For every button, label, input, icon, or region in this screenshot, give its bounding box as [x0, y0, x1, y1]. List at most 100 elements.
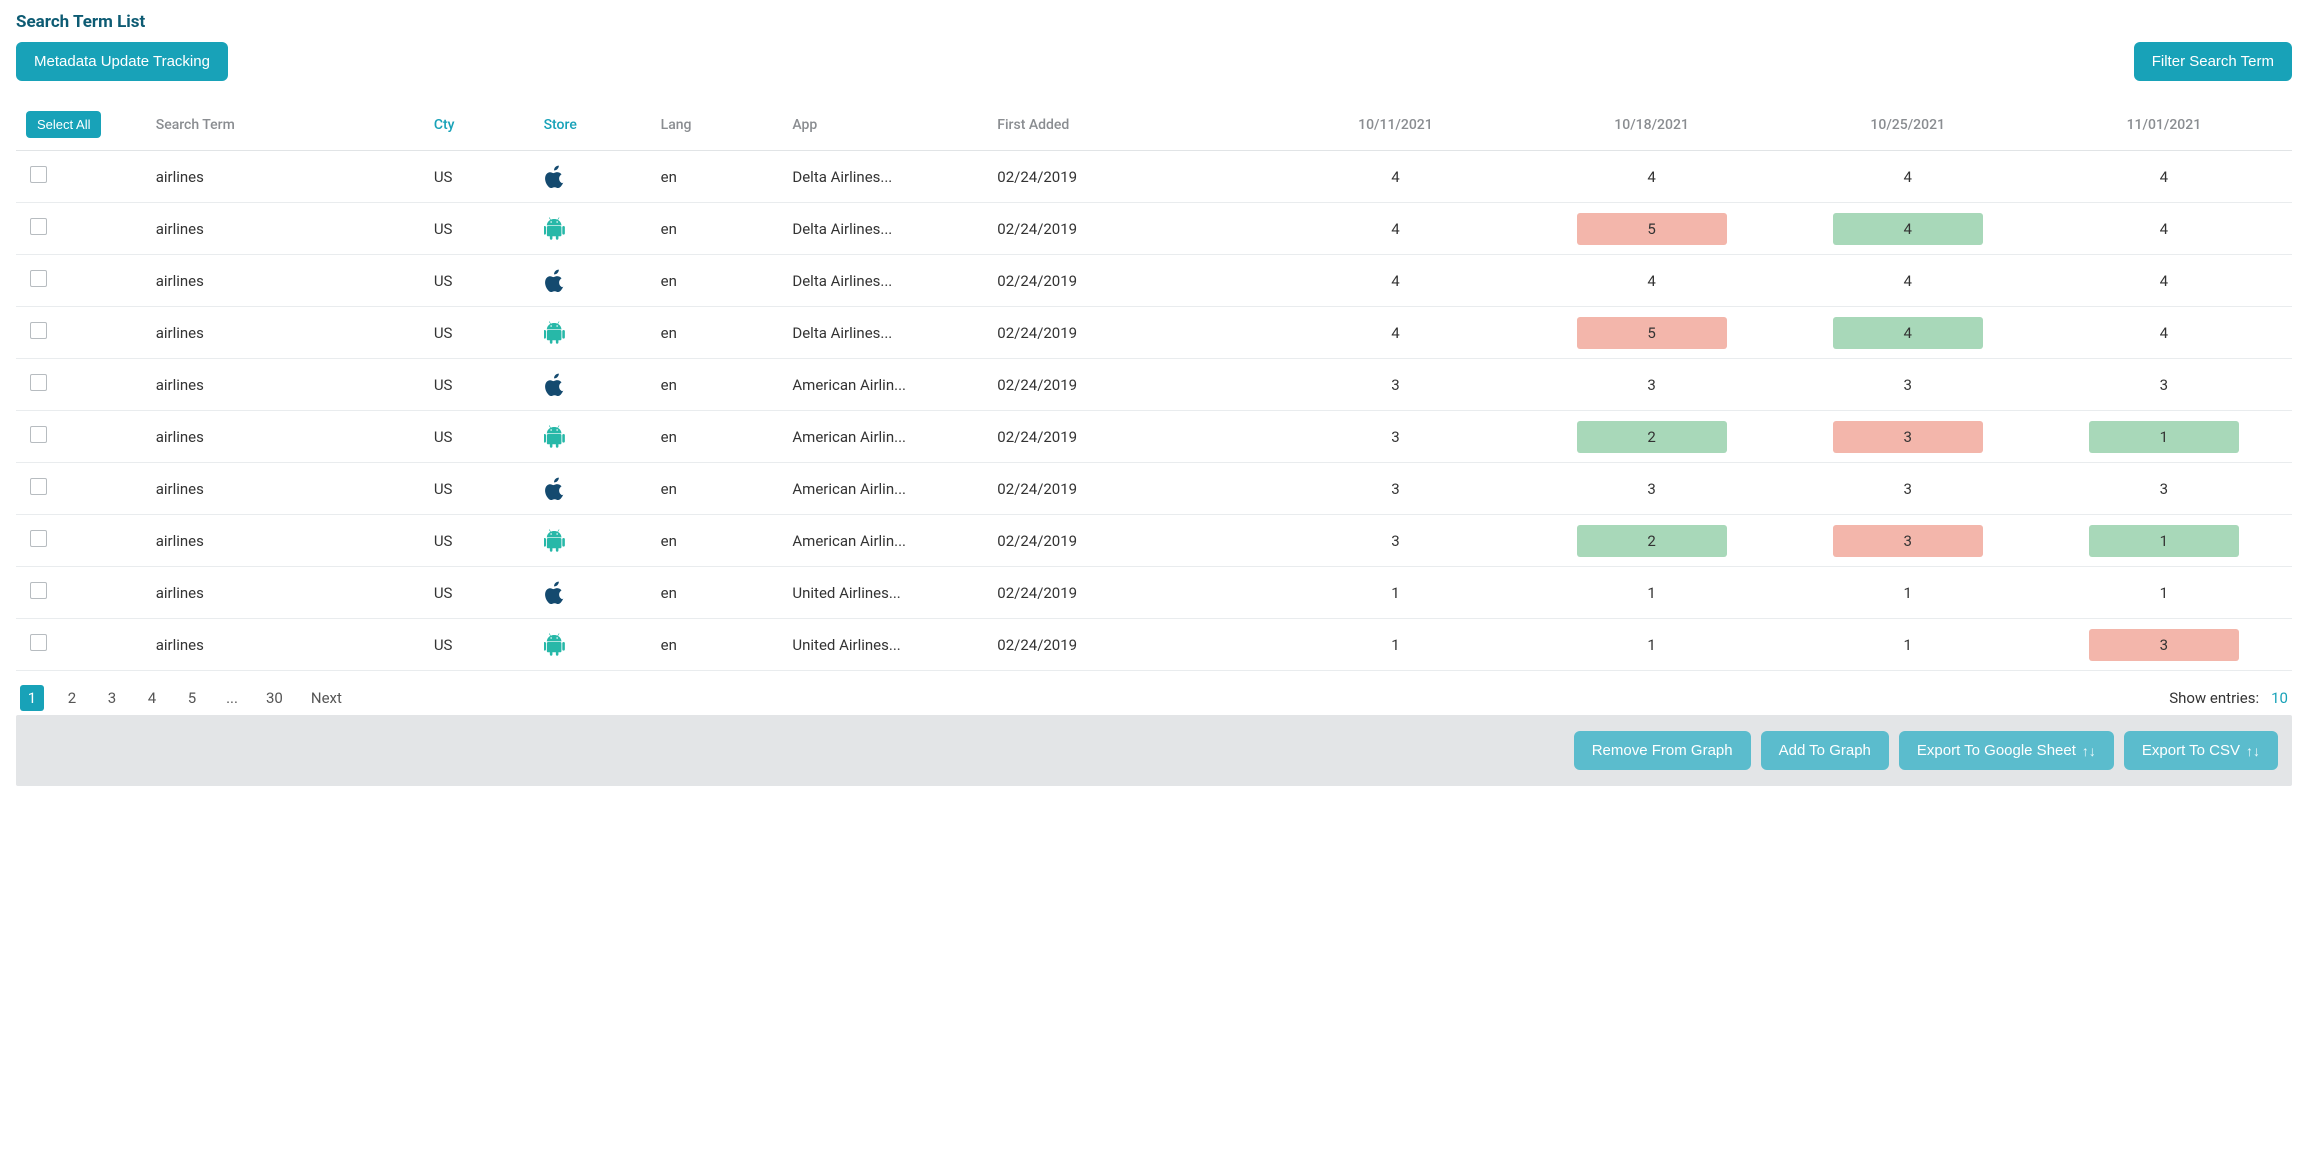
android-icon — [544, 425, 566, 449]
row-checkbox[interactable] — [30, 322, 47, 339]
cell-rank: 1 — [1524, 619, 1780, 671]
cell-cty: US — [426, 411, 536, 463]
filter-search-term-button[interactable]: Filter Search Term — [2134, 42, 2292, 81]
export-google-sheet-label: Export To Google Sheet — [1917, 742, 2076, 759]
page-1[interactable]: 1 — [20, 685, 44, 711]
rank-value: 1 — [2160, 584, 2168, 602]
cell-first-added: 02/24/2019 — [989, 359, 1267, 411]
rank-value: 4 — [1833, 317, 1983, 349]
cell-lang: en — [653, 619, 785, 671]
rank-value: 3 — [1904, 480, 1912, 498]
rank-value: 4 — [1391, 168, 1399, 186]
cell-rank: 3 — [1780, 359, 2036, 411]
rank-value: 3 — [1391, 376, 1399, 394]
row-checkbox[interactable] — [30, 218, 47, 235]
row-checkbox[interactable] — [30, 582, 47, 599]
cell-rank: 3 — [1267, 411, 1523, 463]
cell-lang: en — [653, 359, 785, 411]
cell-first-added: 02/24/2019 — [989, 411, 1267, 463]
rank-value: 1 — [1647, 636, 1655, 654]
cell-app: Delta Airlines... — [784, 307, 989, 359]
row-checkbox[interactable] — [30, 374, 47, 391]
rank-value: 5 — [1577, 213, 1727, 245]
cell-rank: 2 — [1524, 515, 1780, 567]
page-next[interactable]: Next — [305, 685, 348, 711]
col-app[interactable]: App — [784, 99, 989, 151]
cell-rank: 4 — [1780, 255, 2036, 307]
show-entries-value[interactable]: 10 — [2271, 689, 2288, 707]
cell-store — [536, 255, 653, 307]
cell-rank: 3 — [1780, 515, 2036, 567]
col-store[interactable]: Store — [536, 99, 653, 151]
cell-rank: 3 — [2036, 619, 2292, 671]
rank-value: 2 — [1577, 421, 1727, 453]
rank-value: 4 — [2160, 324, 2168, 342]
col-first-added[interactable]: First Added — [989, 99, 1267, 151]
rank-value: 4 — [2160, 168, 2168, 186]
col-cty[interactable]: Cty — [426, 99, 536, 151]
cell-rank: 4 — [2036, 203, 2292, 255]
col-lang[interactable]: Lang — [653, 99, 785, 151]
table-row: airlinesUSenAmerican Airlin...02/24/2019… — [16, 515, 2292, 567]
cell-lang: en — [653, 307, 785, 359]
export-csv-button[interactable]: Export To CSV ↑↓ — [2124, 731, 2278, 770]
apple-icon — [544, 581, 566, 605]
top-bar: Metadata Update Tracking Filter Search T… — [16, 42, 2292, 81]
col-date-0[interactable]: 10/11/2021 — [1267, 99, 1523, 151]
cell-first-added: 02/24/2019 — [989, 515, 1267, 567]
android-icon — [544, 529, 566, 553]
apple-icon — [544, 477, 566, 501]
cell-first-added: 02/24/2019 — [989, 307, 1267, 359]
row-checkbox[interactable] — [30, 478, 47, 495]
col-date-3[interactable]: 11/01/2021 — [2036, 99, 2292, 151]
cell-rank: 4 — [1267, 307, 1523, 359]
cell-app: Delta Airlines... — [784, 151, 989, 203]
page-30[interactable]: 30 — [260, 685, 289, 711]
page-4[interactable]: 4 — [140, 685, 164, 711]
cell-rank: 1 — [1267, 619, 1523, 671]
table-row: airlinesUSenUnited Airlines...02/24/2019… — [16, 567, 2292, 619]
cell-rank: 4 — [1524, 151, 1780, 203]
cell-search-term: airlines — [148, 359, 426, 411]
col-date-2[interactable]: 10/25/2021 — [1780, 99, 2036, 151]
show-entries: Show entries: 10 — [2169, 689, 2288, 707]
row-checkbox[interactable] — [30, 426, 47, 443]
row-checkbox[interactable] — [30, 634, 47, 651]
android-icon — [544, 321, 566, 345]
cell-cty: US — [426, 359, 536, 411]
export-google-sheet-button[interactable]: Export To Google Sheet ↑↓ — [1899, 731, 2114, 770]
page-5[interactable]: 5 — [180, 685, 204, 711]
cell-first-added: 02/24/2019 — [989, 463, 1267, 515]
apple-icon — [544, 269, 566, 293]
cell-rank: 1 — [1780, 619, 2036, 671]
rank-value: 3 — [1391, 532, 1399, 550]
rank-value: 4 — [1833, 213, 1983, 245]
cell-app: American Airlin... — [784, 359, 989, 411]
row-checkbox[interactable] — [30, 166, 47, 183]
cell-rank: 3 — [2036, 463, 2292, 515]
cell-lang: en — [653, 255, 785, 307]
cell-app: United Airlines... — [784, 567, 989, 619]
add-to-graph-button[interactable]: Add To Graph — [1761, 731, 1889, 770]
rank-value: 4 — [1904, 272, 1912, 290]
cell-rank: 3 — [1267, 359, 1523, 411]
table-row: airlinesUSenAmerican Airlin...02/24/2019… — [16, 411, 2292, 463]
col-search-term[interactable]: Search Term — [148, 99, 426, 151]
cell-lang: en — [653, 203, 785, 255]
cell-store — [536, 151, 653, 203]
page-3[interactable]: 3 — [100, 685, 124, 711]
page-2[interactable]: 2 — [60, 685, 84, 711]
rank-value: 1 — [2089, 421, 2239, 453]
col-date-1[interactable]: 10/18/2021 — [1524, 99, 1780, 151]
metadata-tracking-button[interactable]: Metadata Update Tracking — [16, 42, 228, 81]
select-all-button[interactable]: Select All — [26, 111, 101, 138]
cell-rank: 1 — [1780, 567, 2036, 619]
remove-from-graph-button[interactable]: Remove From Graph — [1574, 731, 1751, 770]
cell-rank: 3 — [1524, 463, 1780, 515]
android-icon — [544, 217, 566, 241]
cell-rank: 3 — [1267, 463, 1523, 515]
rank-value: 1 — [1647, 584, 1655, 602]
cell-first-added: 02/24/2019 — [989, 567, 1267, 619]
row-checkbox[interactable] — [30, 530, 47, 547]
row-checkbox[interactable] — [30, 270, 47, 287]
